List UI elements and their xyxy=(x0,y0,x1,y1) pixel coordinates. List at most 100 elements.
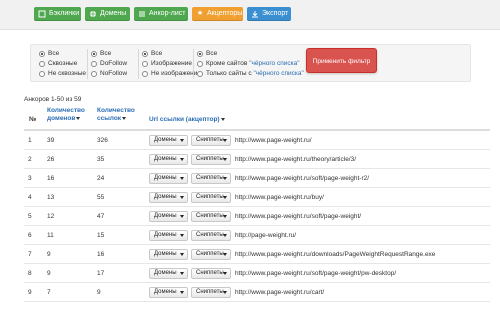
acceptors-label: Акцепторы xyxy=(207,10,243,17)
filter-separator xyxy=(87,49,88,79)
col-header-links-count[interactable]: Количество ссылок xyxy=(97,107,135,123)
cell-url[interactable]: http://www.page-weight.ru/soft/page-weig… xyxy=(235,207,361,226)
filter-blacklist-except[interactable]: Кроме сайтов "чёрного списка" xyxy=(197,59,304,69)
filter-blacklist-only[interactable]: Только сайты с "чёрного списка" xyxy=(197,69,304,79)
table-header: № Количество доменов Количество ссылок U… xyxy=(24,104,490,131)
snippets-dropdown[interactable]: Сниппеты xyxy=(191,230,231,241)
filter-separator xyxy=(138,49,139,79)
filter-dofollow[interactable]: DoFollow xyxy=(91,59,127,69)
table-row: 3 16 24 Домены Сниппеты http://www.page-… xyxy=(24,169,490,188)
snippets-dropdown[interactable]: Сниппеты xyxy=(191,268,231,279)
radio-icon xyxy=(142,61,148,67)
cell-links-count: 15 xyxy=(97,232,105,239)
cell-links-count: 24 xyxy=(97,175,105,182)
table-row: 2 26 35 Домены Сниппеты http://www.page-… xyxy=(24,150,490,169)
sort-caret-icon xyxy=(122,116,127,120)
cell-domains-count: 16 xyxy=(47,175,55,182)
cell-url[interactable]: http://www.page-weight.ru/buy/ xyxy=(235,188,324,207)
filter-group-follow: Все DoFollow NoFollow xyxy=(87,49,127,79)
blacklist-link[interactable]: "чёрного списка" xyxy=(249,60,299,67)
domains-dropdown[interactable]: Домены xyxy=(149,230,188,241)
cell-url[interactable]: http://www.page-weight.ru/downloads/Page… xyxy=(235,245,435,264)
chevron-down-icon xyxy=(223,139,227,142)
filter-nofollow[interactable]: NoFollow xyxy=(91,69,127,79)
snippets-dropdown[interactable]: Сниппеты xyxy=(191,211,231,222)
globe-icon xyxy=(89,10,97,18)
cell-number: 3 xyxy=(28,175,32,182)
domains-dropdown[interactable]: Домены xyxy=(149,173,188,184)
chevron-down-icon xyxy=(180,215,184,218)
cell-links-count: 326 xyxy=(97,137,108,144)
cell-links-count: 17 xyxy=(97,270,105,277)
cell-url[interactable]: http://www.page-weight.ru/theory/article… xyxy=(235,150,356,169)
table-row: 4 13 55 Домены Сниппеты http://www.page-… xyxy=(24,188,490,207)
filter-separator xyxy=(193,49,194,79)
domains-dropdown[interactable]: Домены xyxy=(149,154,188,165)
domains-dropdown[interactable]: Домены xyxy=(149,249,188,260)
chevron-down-icon xyxy=(223,215,227,218)
snippets-dropdown[interactable]: Сниппеты xyxy=(191,287,231,298)
table-row: 8 9 17 Домены Сниппеты http://www.page-w… xyxy=(24,264,490,283)
cell-links-count: 55 xyxy=(97,194,105,201)
cell-url[interactable]: http://www.page-weight.ru/ xyxy=(235,131,312,150)
domains-dropdown[interactable]: Домены xyxy=(149,287,188,298)
cell-domains-count: 9 xyxy=(47,251,51,258)
domains-dropdown[interactable]: Домены xyxy=(149,211,188,222)
col-header-number: № xyxy=(29,116,37,123)
anchor-list-button[interactable]: Анкор-лист xyxy=(134,7,188,21)
cell-number: 2 xyxy=(28,156,32,163)
snippets-dropdown[interactable]: Сниппеты xyxy=(191,249,231,260)
domains-dropdown[interactable]: Домены xyxy=(149,192,188,203)
cell-links-count: 9 xyxy=(97,289,101,296)
cell-url[interactable]: http://www.page-weight.ru/soft/page-weig… xyxy=(235,169,369,188)
col-header-url[interactable]: Url ссылки (акцептор) xyxy=(149,116,225,124)
sort-caret-icon xyxy=(76,116,81,120)
blacklist-link[interactable]: "чёрного списка" xyxy=(253,70,303,77)
snippets-dropdown[interactable]: Сниппеты xyxy=(191,135,231,146)
export-button[interactable]: Экспорт xyxy=(247,7,291,21)
domains-dropdown[interactable]: Домены xyxy=(149,135,188,146)
radio-icon xyxy=(142,51,148,57)
cell-url[interactable]: http://www.page-weight.ru/cart/ xyxy=(235,283,324,302)
radio-icon xyxy=(197,61,203,67)
filter-sitewide-yes[interactable]: Сквозные xyxy=(39,59,86,69)
radio-icon xyxy=(39,51,45,57)
filter-follow-all[interactable]: Все xyxy=(91,49,127,59)
anchors-count: Анкоров 1-50 из 59 xyxy=(24,96,82,103)
radio-icon xyxy=(91,61,97,67)
chevron-down-icon xyxy=(223,253,227,256)
acceptors-button[interactable]: ★ Акцепторы xyxy=(192,7,243,21)
filter-sitewide-all[interactable]: Все xyxy=(39,49,86,59)
backlinks-label: Бэклинки xyxy=(49,10,80,17)
cell-domains-count: 7 xyxy=(47,289,51,296)
snippets-dropdown[interactable]: Сниппеты xyxy=(191,173,231,184)
filter-sitewide-no[interactable]: Не сквозные xyxy=(39,69,86,79)
star-icon: ★ xyxy=(196,10,204,17)
sort-caret-icon xyxy=(220,117,225,121)
chevron-down-icon xyxy=(223,158,227,161)
chevron-down-icon xyxy=(223,272,227,275)
cell-url[interactable]: http://www.page-weight.ru/soft/page-weig… xyxy=(235,264,396,283)
cell-number: 5 xyxy=(28,213,32,220)
snippets-dropdown[interactable]: Сниппеты xyxy=(191,192,231,203)
domains-dropdown[interactable]: Домены xyxy=(149,268,188,279)
table-row: 5 12 47 Домены Сниппеты http://www.page-… xyxy=(24,207,490,226)
col-header-domains-count[interactable]: Количество доменов xyxy=(47,107,85,123)
chevron-down-icon xyxy=(180,291,184,294)
cell-url[interactable]: http://page-weight.ru/ xyxy=(235,226,296,245)
filter-blacklist-all[interactable]: Все xyxy=(197,49,304,59)
snippets-dropdown[interactable]: Сниппеты xyxy=(191,154,231,165)
radio-icon xyxy=(142,71,148,77)
backlinks-button[interactable]: Бэклинки xyxy=(34,7,81,21)
apply-filter-button[interactable]: Применить фильтр xyxy=(306,48,377,73)
cell-domains-count: 11 xyxy=(47,232,54,239)
cell-domains-count: 12 xyxy=(47,213,55,220)
export-label: Экспорт xyxy=(262,10,289,17)
domains-button[interactable]: Домены xyxy=(85,7,130,21)
filter-group-blacklist: Все Кроме сайтов "чёрного списка" Только… xyxy=(193,49,304,79)
cell-domains-count: 39 xyxy=(47,137,55,144)
table-row: 9 7 9 Домены Сниппеты http://www.page-we… xyxy=(24,283,490,302)
anchor-list-label: Анкор-лист xyxy=(149,10,186,17)
cell-number: 8 xyxy=(28,270,32,277)
cell-number: 6 xyxy=(28,232,32,239)
